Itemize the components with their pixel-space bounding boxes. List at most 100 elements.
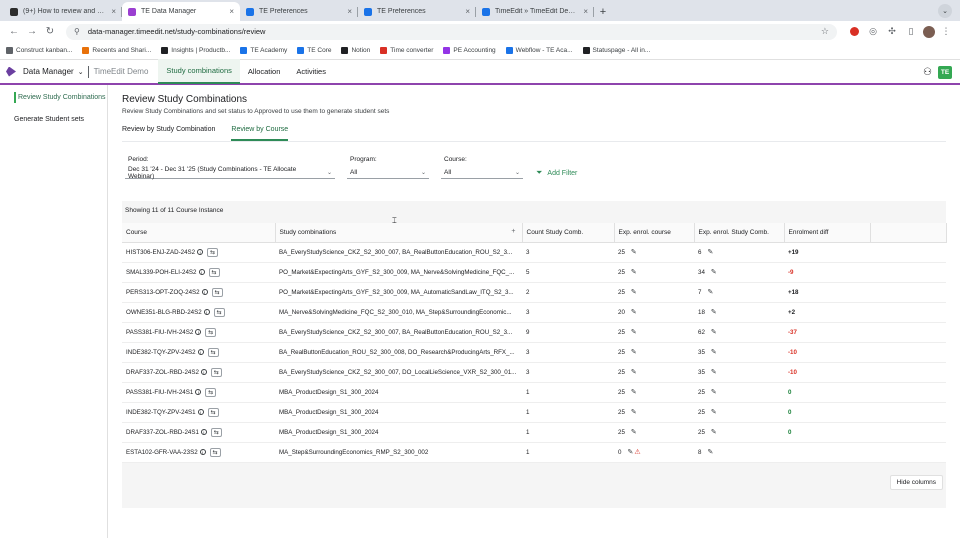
info-icon[interactable]: i <box>200 429 207 435</box>
close-icon[interactable]: × <box>583 7 588 16</box>
table-row[interactable]: INDE382-TQY-ZPV-24S2 i ⇆ BA_RealButtonEduca… <box>122 342 946 363</box>
info-icon[interactable]: i <box>199 449 206 455</box>
user-icon[interactable]: ⚇ <box>923 67 932 78</box>
bookmark-item[interactable]: PE Accounting <box>443 47 496 54</box>
swap-icon[interactable]: ⇆ <box>205 327 217 337</box>
column-header[interactable]: Exp. enrol. Study Comb. <box>694 223 785 243</box>
column-resize-icon[interactable]: + <box>511 228 515 235</box>
new-tab-button[interactable]: + <box>594 2 612 21</box>
swap-icon[interactable]: ⇆ <box>210 367 222 377</box>
table-row[interactable]: PASS381-FIU-IVH-24S2 i ⇆ BA_EveryStudyScien… <box>122 322 946 343</box>
column-header[interactable]: Exp. enrol. course <box>614 223 695 243</box>
table-row[interactable]: DRAF337-ZOL-RBD-24S1 i ⇆ MBA_ProductDesign_… <box>122 422 946 443</box>
browser-tab[interactable]: TimeEdit » TimeEdit Demo » × <box>476 2 594 21</box>
extension-badge-icon[interactable] <box>846 24 862 40</box>
info-icon[interactable]: i <box>198 269 205 275</box>
bookmark-item[interactable]: Recents and Shari... <box>82 47 151 54</box>
bookmark-item[interactable]: Notion <box>341 47 370 54</box>
info-icon[interactable]: i <box>195 389 202 395</box>
pencil-icon[interactable]: ✎ <box>631 409 637 416</box>
pencil-icon[interactable]: ✎ <box>631 389 637 396</box>
bookmark-item[interactable]: Webflow - TE Aca... <box>505 47 573 54</box>
profile-avatar[interactable] <box>923 25 935 38</box>
bookmark-item[interactable]: TE Academy <box>240 47 287 54</box>
sidebar-item[interactable]: Generate Student sets <box>0 113 107 126</box>
pencil-icon[interactable]: ✎ <box>627 449 633 456</box>
app-switcher-chevron-icon[interactable]: ⌄ <box>78 68 84 76</box>
info-icon[interactable]: i <box>197 249 204 255</box>
tab-search-icon[interactable]: ⌄ <box>938 4 952 18</box>
info-icon[interactable]: i <box>197 409 204 415</box>
pencil-icon[interactable]: ✎ <box>631 309 637 316</box>
nav-tab[interactable]: Activities <box>288 59 334 84</box>
swap-icon[interactable]: ⇆ <box>207 407 219 417</box>
table-row[interactable]: HIST306-ENJ-ZAD-24S2 i ⇆ BA_EveryStudyScien… <box>122 242 946 263</box>
browser-tab[interactable]: TE Preferences × <box>358 2 476 21</box>
column-header[interactable]: Study combinations + <box>275 223 523 243</box>
add-filter-button[interactable]: ⏷ Add Filter <box>536 167 577 179</box>
pencil-icon[interactable]: ✎ <box>711 409 717 416</box>
info-icon[interactable]: i <box>197 349 204 355</box>
pencil-icon[interactable]: ✎ <box>711 329 717 336</box>
swap-icon[interactable]: ⇆ <box>207 247 219 257</box>
bookmark-item[interactable]: Time converter <box>380 47 433 54</box>
bookmark-item[interactable]: Statuspage - All in... <box>582 47 650 54</box>
sidepanel-icon[interactable]: ▯ <box>903 24 919 40</box>
nav-tab[interactable]: Study combinations <box>158 59 240 84</box>
address-bar[interactable]: ⚲ data-manager.timeedit.net/study-combin… <box>66 23 837 40</box>
sidebar-item[interactable]: Review Study Combinations <box>0 91 107 104</box>
close-icon[interactable]: × <box>465 7 470 16</box>
subtab[interactable]: Review by Course <box>231 124 289 141</box>
swap-icon[interactable]: ⇆ <box>210 427 222 437</box>
forward-icon[interactable]: → <box>24 24 40 40</box>
pencil-icon[interactable]: ✎ <box>707 449 713 456</box>
table-row[interactable]: SMAL339-POH-ELI-24S2 i ⇆ PO_Market&Expectin… <box>122 262 946 283</box>
pencil-icon[interactable]: ✎ <box>711 349 717 356</box>
pencil-icon[interactable]: ✎ <box>631 249 637 256</box>
browser-tab[interactable]: (9+) How to review and acce × <box>4 2 122 21</box>
bookmark-item[interactable]: Insights | Productb... <box>161 47 230 54</box>
pencil-icon[interactable]: ✎ <box>631 369 637 376</box>
hide-columns-button[interactable]: Hide columns <box>889 474 943 490</box>
table-row[interactable]: INDE382-TQY-ZPV-24S1 i ⇆ MBA_ProductDesign_… <box>122 402 946 423</box>
browser-tab[interactable]: TE Data Manager × <box>122 2 240 21</box>
pencil-icon[interactable]: ✎ <box>631 349 637 356</box>
nav-tab[interactable]: Allocation <box>240 59 289 84</box>
column-header[interactable]: Count Study Comb. <box>522 223 615 243</box>
subtab[interactable]: Review by Study Combination <box>122 124 215 141</box>
close-icon[interactable]: × <box>347 7 352 16</box>
close-icon[interactable]: × <box>229 7 234 16</box>
program-select[interactable]: All ⌄ <box>347 167 429 179</box>
info-icon[interactable]: i <box>203 309 210 315</box>
course-select[interactable]: All ⌄ <box>441 167 523 179</box>
swap-icon[interactable]: ⇆ <box>205 387 217 397</box>
pencil-icon[interactable]: ✎ <box>631 329 637 336</box>
info-icon[interactable]: i <box>201 289 208 295</box>
extension-icon[interactable]: ◎ <box>865 24 881 40</box>
swap-icon[interactable]: ⇆ <box>211 287 223 297</box>
info-icon[interactable]: i <box>195 329 202 335</box>
kebab-menu-icon[interactable]: ⋮ <box>938 24 954 40</box>
back-icon[interactable]: ← <box>6 24 22 40</box>
table-row[interactable]: ESTA102-GFR-VAA-23S2 i ⇆ MA_Step&Surroundin… <box>122 442 946 463</box>
te-badge[interactable]: TE <box>938 66 952 79</box>
swap-icon[interactable]: ⇆ <box>208 267 220 277</box>
pencil-icon[interactable]: ✎ <box>711 389 717 396</box>
column-header[interactable]: Enrolment diff <box>784 223 871 243</box>
pencil-icon[interactable]: ✎ <box>711 309 717 316</box>
table-row[interactable]: PERS313-OPT-ZOQ-24S2 i ⇆ PO_Market&Expectin… <box>122 282 946 303</box>
pencil-icon[interactable]: ✎ <box>711 429 717 436</box>
pencil-icon[interactable]: ✎ <box>707 249 713 256</box>
pencil-icon[interactable]: ✎ <box>711 369 717 376</box>
bookmark-item[interactable]: Construct kanban... <box>6 47 72 54</box>
table-row[interactable]: DRAF337-ZOL-RBD-24S2 i ⇆ BA_EveryStudyScien… <box>122 362 946 383</box>
reload-icon[interactable]: ↻ <box>42 24 58 40</box>
pencil-icon[interactable]: ✎ <box>707 289 713 296</box>
bookmark-item[interactable]: TE Core <box>297 47 331 54</box>
pencil-icon[interactable]: ✎ <box>631 289 637 296</box>
swap-icon[interactable]: ⇆ <box>209 447 221 457</box>
table-row[interactable]: PASS381-FIU-IVH-24S1 i ⇆ MBA_ProductDesign_… <box>122 382 946 403</box>
pencil-icon[interactable]: ✎ <box>631 269 637 276</box>
period-select[interactable]: Dec 31 '24 - Dec 31 '25 (Study Combinati… <box>125 166 335 180</box>
bookmark-star-icon[interactable]: ☆ <box>821 26 829 37</box>
